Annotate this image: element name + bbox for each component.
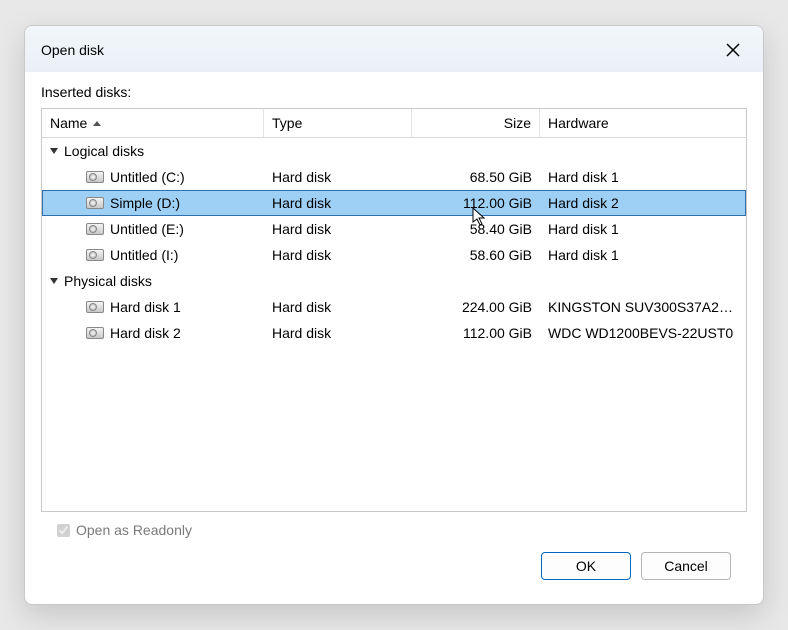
cell-size: 58.60 GiB [412, 247, 540, 263]
cell-name: Hard disk 1 [42, 299, 264, 315]
open-readonly-checkbox-row: Open as Readonly [57, 522, 731, 538]
column-header-hardware-label: Hardware [548, 115, 609, 131]
dialog-footer: Open as Readonly OK Cancel [41, 512, 747, 594]
disk-row[interactable]: Untitled (C:) Hard disk68.50 GiBHard disk… [42, 164, 746, 190]
listview-rows[interactable]: Logical disksUntitled (C:)Hard disk68.50… [42, 138, 746, 511]
dialog-buttons: OK Cancel [57, 552, 731, 594]
column-header-name-label: Name [50, 115, 87, 131]
open-disk-dialog: Open disk Inserted disks: Name Type Size… [24, 25, 764, 605]
column-header-hardware[interactable]: Hardware [540, 109, 746, 137]
cancel-button[interactable]: Cancel [641, 552, 731, 580]
cell-name: Untitled (I:) [42, 247, 264, 263]
disk-name-text: Hard disk 2 [110, 325, 181, 341]
disk-row[interactable]: Untitled (E:) Hard disk58.40 GiBHard disk… [42, 216, 746, 242]
cell-size: 112.00 GiB [412, 325, 540, 341]
disk-name-text: Untitled (E:) [110, 221, 184, 237]
cell-hardware: Hard disk 1 [540, 221, 746, 237]
cell-type: Hard disk [264, 221, 412, 237]
sort-asc-icon [93, 121, 101, 126]
hard-disk-icon [86, 223, 104, 235]
open-readonly-checkbox[interactable] [57, 524, 70, 537]
hard-disk-icon [86, 249, 104, 261]
close-button[interactable] [719, 36, 747, 64]
chevron-down-icon [50, 148, 58, 154]
cell-hardware: Hard disk 1 [540, 247, 746, 263]
cell-hardware: Hard disk 2 [540, 195, 746, 211]
listview-header: Name Type Size Hardware [42, 109, 746, 138]
column-header-type-label: Type [272, 115, 302, 131]
disk-name-text: Hard disk 1 [110, 299, 181, 315]
column-header-type[interactable]: Type [264, 109, 412, 137]
disk-row[interactable]: Hard disk 1 Hard disk224.00 GiBKINGSTON S… [42, 294, 746, 320]
hard-disk-icon [86, 197, 104, 209]
column-header-name[interactable]: Name [42, 109, 264, 137]
column-header-size[interactable]: Size [412, 109, 540, 137]
close-icon [726, 43, 740, 57]
cell-name: Hard disk 2 [42, 325, 264, 341]
disk-row[interactable]: Untitled (I:) Hard disk58.60 GiBHard disk… [42, 242, 746, 268]
group-label: Physical disks [64, 273, 152, 289]
cell-type: Hard disk [264, 325, 412, 341]
hard-disk-icon [86, 171, 104, 183]
cell-size: 58.40 GiB [412, 221, 540, 237]
cell-name: Simple (D:) [42, 195, 264, 211]
disk-listview[interactable]: Name Type Size Hardware Logical disks Unt… [41, 108, 747, 512]
dialog-body: Inserted disks: Name Type Size Hardware … [25, 72, 763, 604]
disk-name-text: Untitled (C:) [110, 169, 185, 185]
ok-button[interactable]: OK [541, 552, 631, 580]
disk-name-text: Simple (D:) [110, 195, 180, 211]
cell-size: 112.00 GiB [412, 195, 540, 211]
disk-row[interactable]: Simple (D:) Hard disk112.00 GiBHard disk … [42, 190, 746, 216]
cell-hardware: KINGSTON SUV300S37A240G [540, 299, 746, 315]
cell-type: Hard disk [264, 169, 412, 185]
chevron-down-icon [50, 278, 58, 284]
hard-disk-icon [86, 327, 104, 339]
cell-type: Hard disk [264, 195, 412, 211]
cell-type: Hard disk [264, 247, 412, 263]
cell-hardware: Hard disk 1 [540, 169, 746, 185]
cell-size: 68.50 GiB [412, 169, 540, 185]
hard-disk-icon [86, 301, 104, 313]
disk-name-text: Untitled (I:) [110, 247, 178, 263]
cell-hardware: WDC WD1200BEVS-22UST0 [540, 325, 746, 341]
cell-name: Untitled (E:) [42, 221, 264, 237]
cell-type: Hard disk [264, 299, 412, 315]
group-header[interactable]: Physical disks [42, 268, 746, 294]
titlebar: Open disk [25, 26, 763, 72]
inserted-disks-label: Inserted disks: [41, 84, 747, 100]
column-header-size-label: Size [504, 115, 531, 131]
open-readonly-label: Open as Readonly [76, 522, 192, 538]
dialog-title: Open disk [41, 42, 104, 58]
group-header[interactable]: Logical disks [42, 138, 746, 164]
group-label: Logical disks [64, 143, 144, 159]
disk-row[interactable]: Hard disk 2 Hard disk112.00 GiBWDC WD1200… [42, 320, 746, 346]
cell-size: 224.00 GiB [412, 299, 540, 315]
cell-name: Untitled (C:) [42, 169, 264, 185]
